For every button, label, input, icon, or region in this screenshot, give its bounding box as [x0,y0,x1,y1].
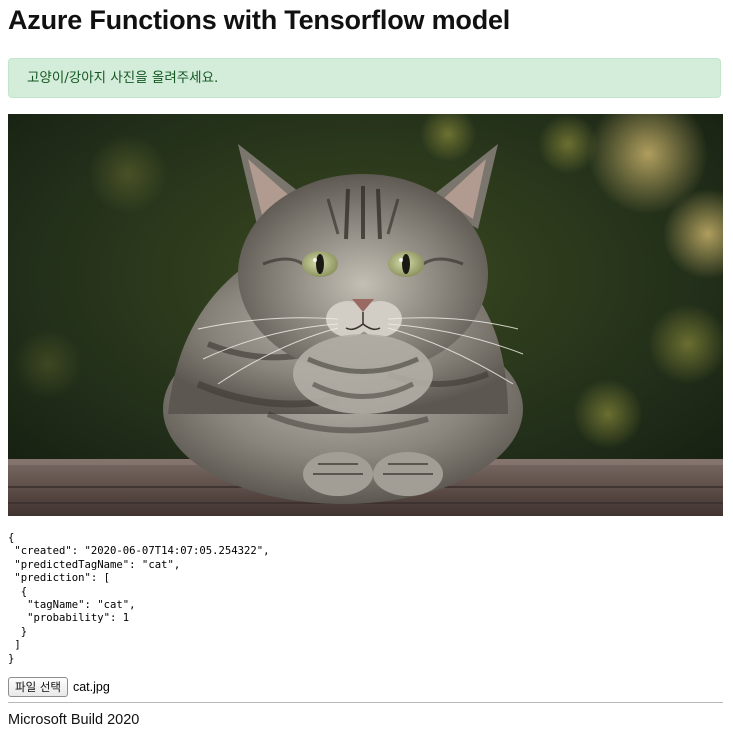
footer-divider [8,702,723,703]
uploaded-cat-photo [8,114,723,516]
prediction-result-json: { "created": "2020-06-07T14:07:05.254322… [8,532,270,665]
selected-file-name: cat.jpg [72,679,110,694]
upload-instruction-alert: 고양이/강아지 사진을 올려주세요. [8,58,721,98]
page-title: Azure Functions with Tensorflow model [8,5,511,35]
footer-text: Microsoft Build 2020 [8,712,140,728]
file-upload-row: 파일 선택 cat.jpg [8,676,110,697]
choose-file-button[interactable]: 파일 선택 [8,676,68,697]
